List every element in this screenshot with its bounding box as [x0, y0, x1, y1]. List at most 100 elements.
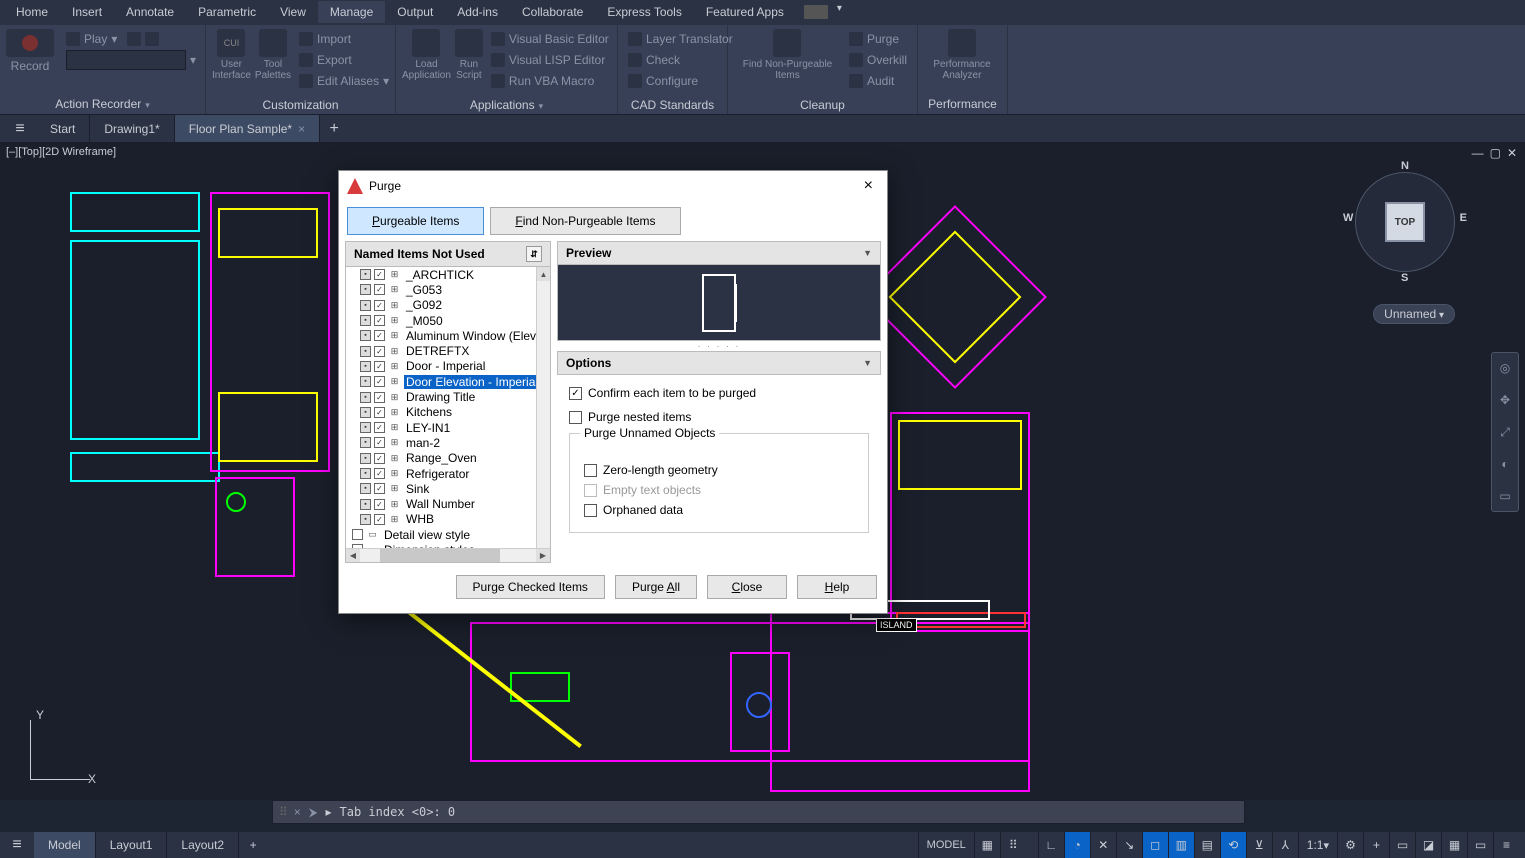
- tree-item[interactable]: ⊞_G053: [346, 282, 536, 297]
- command-prompt[interactable]: Tab index <0>: 0: [340, 805, 1238, 819]
- viewcube-name-dropdown[interactable]: Unnamed ▾: [1373, 304, 1455, 324]
- showmotion-icon[interactable]: ▭: [1496, 487, 1514, 505]
- ribbon-tab-parametric[interactable]: Parametric: [186, 1, 268, 23]
- checkbox-icon[interactable]: [360, 422, 371, 433]
- performance-analyzer-button[interactable]: Performance Analyzer: [924, 29, 1000, 81]
- hardware-accel-icon[interactable]: ▦: [1441, 832, 1467, 858]
- purge-dialog-close-icon[interactable]: ×: [858, 177, 879, 195]
- layer-translator-button[interactable]: Layer Translator: [624, 29, 737, 49]
- checkbox-icon[interactable]: [374, 483, 385, 494]
- snap-toggle-icon[interactable]: ⠿: [1000, 832, 1026, 858]
- checkbox-icon[interactable]: [374, 269, 385, 280]
- workspace-add-icon[interactable]: +: [1363, 832, 1389, 858]
- checkbox-icon[interactable]: [360, 269, 371, 280]
- preview-header[interactable]: Preview▼: [557, 241, 881, 265]
- annotation-scale[interactable]: 1:1 ▾: [1298, 832, 1337, 858]
- check-button[interactable]: Check: [624, 50, 737, 70]
- export-button[interactable]: Export: [295, 50, 393, 70]
- purge-button[interactable]: Purge: [845, 29, 911, 49]
- checkbox-icon[interactable]: [360, 453, 371, 464]
- checkbox-icon[interactable]: [360, 514, 371, 525]
- tree-item[interactable]: ⊞_G092: [346, 298, 536, 313]
- isolate-objects-icon[interactable]: ◪: [1415, 832, 1441, 858]
- viewcube-w[interactable]: W: [1343, 212, 1353, 224]
- layout-menu-icon[interactable]: ≡: [0, 832, 34, 858]
- tree-item[interactable]: ⊞Kitchens: [346, 405, 536, 420]
- import-button[interactable]: Import: [295, 29, 393, 49]
- viewcube-e[interactable]: E: [1460, 212, 1467, 224]
- command-close-icon[interactable]: ×: [294, 805, 301, 819]
- clean-screen-icon[interactable]: ▭: [1467, 832, 1493, 858]
- checkbox-icon[interactable]: [374, 284, 385, 295]
- orbit-icon[interactable]: ◐: [1496, 455, 1514, 473]
- record-button[interactable]: Record: [6, 29, 54, 73]
- ribbon-tab-collaborate[interactable]: Collaborate: [510, 1, 595, 23]
- viewcube-face[interactable]: TOP: [1387, 204, 1423, 240]
- ribbon-tab-output[interactable]: Output: [385, 1, 445, 23]
- layout-tab-layout1[interactable]: Layout1: [96, 832, 168, 858]
- tree-item[interactable]: ⊞Wall Number: [346, 496, 536, 511]
- new-tab-button[interactable]: +: [320, 120, 348, 138]
- panel-label-action-recorder[interactable]: Action Recorder: [55, 97, 141, 111]
- viewport-close-icon[interactable]: ✕: [1507, 146, 1517, 160]
- viewport-minimize-icon[interactable]: —: [1472, 146, 1484, 160]
- dynamic-ucs-icon[interactable]: ⅄: [1272, 832, 1298, 858]
- quick-properties-icon[interactable]: ▭: [1389, 832, 1415, 858]
- zero-length-checkbox[interactable]: Zero-length geometry: [584, 460, 854, 480]
- tree-item[interactable]: ⊞_M050: [346, 313, 536, 328]
- panel-label-applications[interactable]: Applications: [470, 98, 535, 112]
- polar-toggle-icon[interactable]: ◔: [1064, 832, 1090, 858]
- action-recorder-input[interactable]: [66, 50, 186, 70]
- tool-palettes-button[interactable]: Tool Palettes: [255, 29, 291, 81]
- layout-add-button[interactable]: +: [239, 832, 267, 858]
- command-grip-icon[interactable]: ⠿: [279, 805, 286, 819]
- options-header[interactable]: Options▼: [557, 351, 881, 375]
- tree-item[interactable]: ⊞Sink: [346, 481, 536, 496]
- zoom-extents-icon[interactable]: ⤢: [1496, 423, 1514, 441]
- tree-item[interactable]: ⊞Drawing Title: [346, 389, 536, 404]
- tree-item[interactable]: ⊞WHB: [346, 512, 536, 527]
- close-button[interactable]: Close: [707, 575, 787, 599]
- ribbon-tab-express[interactable]: Express Tools: [595, 1, 693, 23]
- tree-category[interactable]: ▭Detail view style: [346, 527, 536, 542]
- document-tab-floorplan[interactable]: Floor Plan Sample*×: [175, 115, 320, 143]
- user-interface-button[interactable]: CUIUser Interface: [212, 29, 251, 81]
- checkbox-icon[interactable]: [360, 483, 371, 494]
- modelspace-toggle[interactable]: MODEL: [918, 832, 974, 858]
- configure-button[interactable]: Configure: [624, 71, 737, 91]
- ribbon-tab-home[interactable]: Home: [4, 1, 60, 23]
- checkbox-icon[interactable]: [360, 392, 371, 403]
- checkbox-icon[interactable]: [374, 468, 385, 479]
- checkbox-icon[interactable]: [360, 361, 371, 372]
- tree-horizontal-scrollbar[interactable]: ◀▶: [346, 548, 550, 562]
- purge-dialog-titlebar[interactable]: Purge ×: [339, 171, 887, 201]
- purgeable-items-tab[interactable]: Purgeable Items: [347, 207, 484, 235]
- osnap-toggle-icon[interactable]: ◻: [1142, 832, 1168, 858]
- isodraft-icon[interactable]: ✕: [1090, 832, 1116, 858]
- ortho-toggle-icon[interactable]: ∟: [1038, 832, 1064, 858]
- checkbox-icon[interactable]: [374, 330, 385, 341]
- checkbox-icon[interactable]: [360, 315, 371, 326]
- checkbox-icon[interactable]: [374, 422, 385, 433]
- checkbox-icon[interactable]: [360, 346, 371, 357]
- orphaned-data-checkbox[interactable]: Orphaned data: [584, 500, 854, 520]
- checkbox-icon[interactable]: [360, 330, 371, 341]
- checkbox-icon[interactable]: [374, 453, 385, 464]
- play-button[interactable]: Play▾: [62, 29, 200, 49]
- close-tab-icon[interactable]: ×: [298, 122, 305, 136]
- action-recorder-aux2-icon[interactable]: [145, 32, 159, 46]
- purge-all-button[interactable]: Purge All: [615, 575, 697, 599]
- checkbox-icon[interactable]: [374, 346, 385, 357]
- document-tab-drawing1[interactable]: Drawing1*: [90, 115, 174, 143]
- checkbox-icon[interactable]: [360, 376, 371, 387]
- checkbox-icon[interactable]: [360, 284, 371, 295]
- overkill-button[interactable]: Overkill: [845, 50, 911, 70]
- selection-cycling-icon[interactable]: ⟲: [1220, 832, 1246, 858]
- vlisp-button[interactable]: Visual LISP Editor: [487, 50, 613, 70]
- ribbon-tab-addins[interactable]: Add-ins: [445, 1, 510, 23]
- tree-item[interactable]: ⊞DETREFTX: [346, 343, 536, 358]
- 3dosnap-icon[interactable]: ⊻: [1246, 832, 1272, 858]
- checkbox-icon[interactable]: [374, 392, 385, 403]
- purge-nested-checkbox[interactable]: Purge nested items: [569, 407, 869, 427]
- action-recorder-aux1-icon[interactable]: [127, 32, 141, 46]
